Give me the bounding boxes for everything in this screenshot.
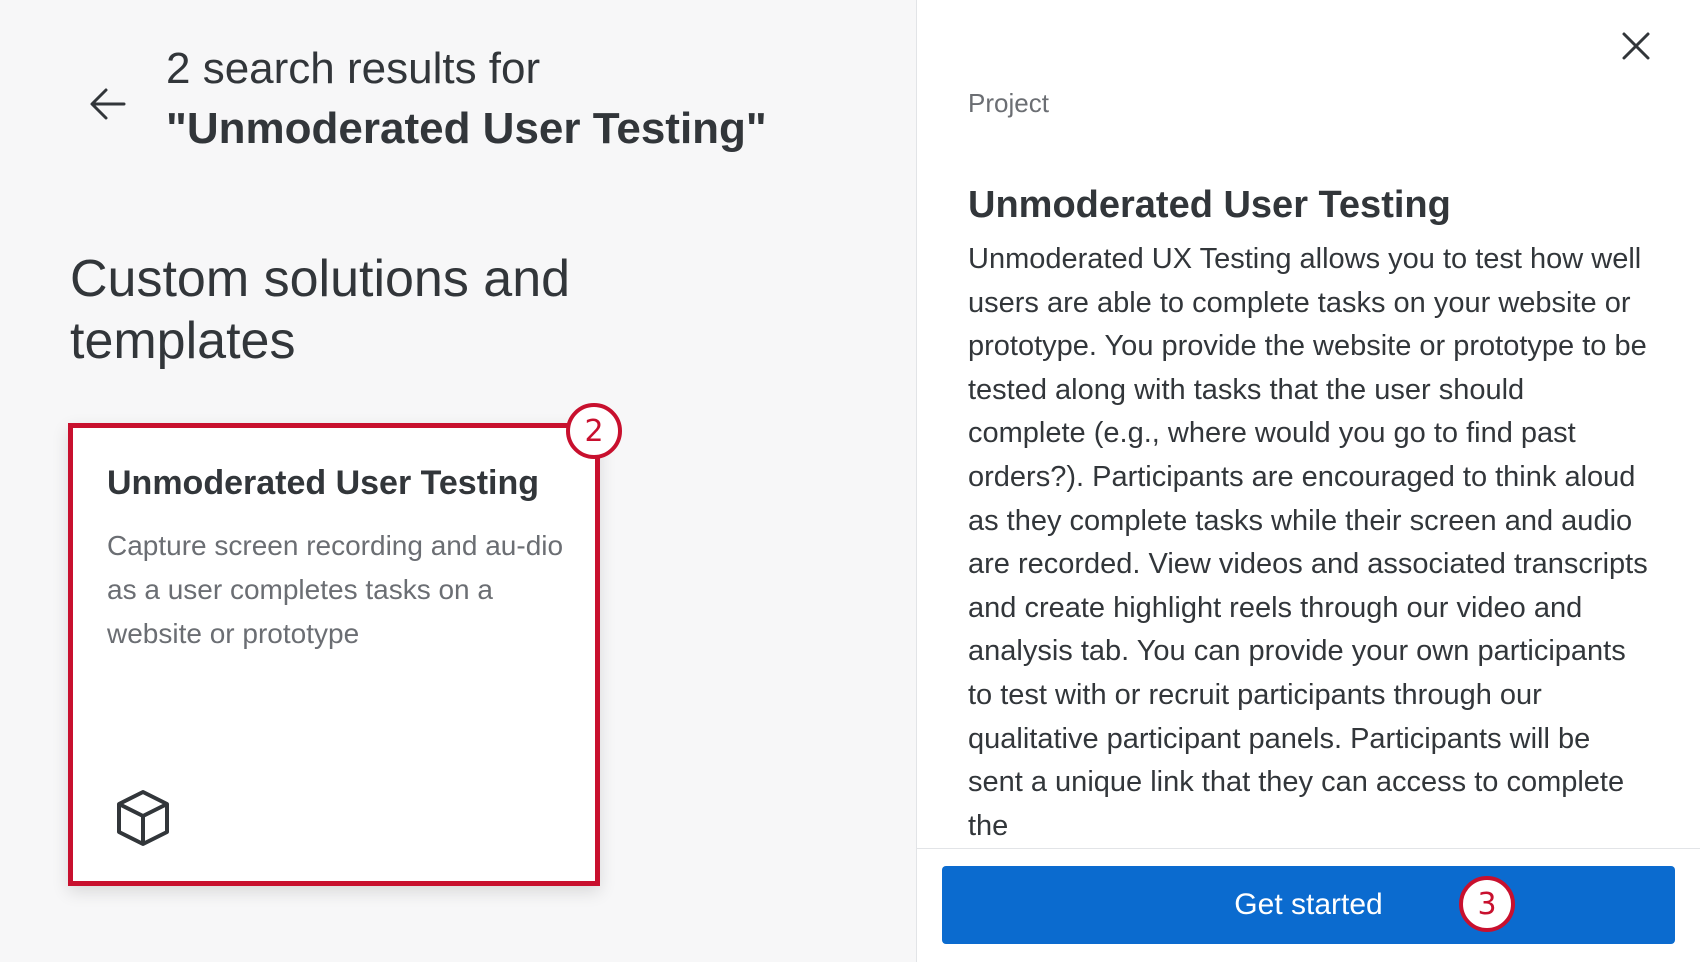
close-icon <box>1622 32 1650 60</box>
search-query-text: "Unmoderated User Testing" <box>166 104 767 153</box>
detail-description: Unmoderated UX Testing allows you to tes… <box>968 243 1648 842</box>
results-count-text: 2 search results for <box>166 44 541 93</box>
card-description: Capture screen recording and au-dio as a… <box>107 530 564 649</box>
item-type-label: Project <box>968 88 1049 118</box>
search-results-pane: 2 search results for "Unmoderated User T… <box>0 0 916 962</box>
step-marker-2: 2 <box>566 403 622 459</box>
footer-divider <box>917 848 1700 849</box>
section-heading: Custom solutions and templates <box>70 250 571 370</box>
close-button[interactable] <box>1612 22 1660 70</box>
detail-description-scroll[interactable]: Unmoderated UX Testing allows you to tes… <box>968 238 1648 848</box>
arrow-left-icon <box>90 88 126 120</box>
back-button[interactable] <box>82 78 134 130</box>
step-marker-3: 3 <box>1459 876 1515 932</box>
template-card[interactable]: Unmoderated User Testing Capture screen … <box>68 423 600 886</box>
detail-title: Unmoderated User Testing <box>968 184 1451 226</box>
card-title: Unmoderated User Testing <box>107 464 540 502</box>
cube-icon <box>117 790 169 846</box>
get-started-button[interactable]: Get started <box>942 866 1675 944</box>
pane-divider <box>916 0 917 962</box>
